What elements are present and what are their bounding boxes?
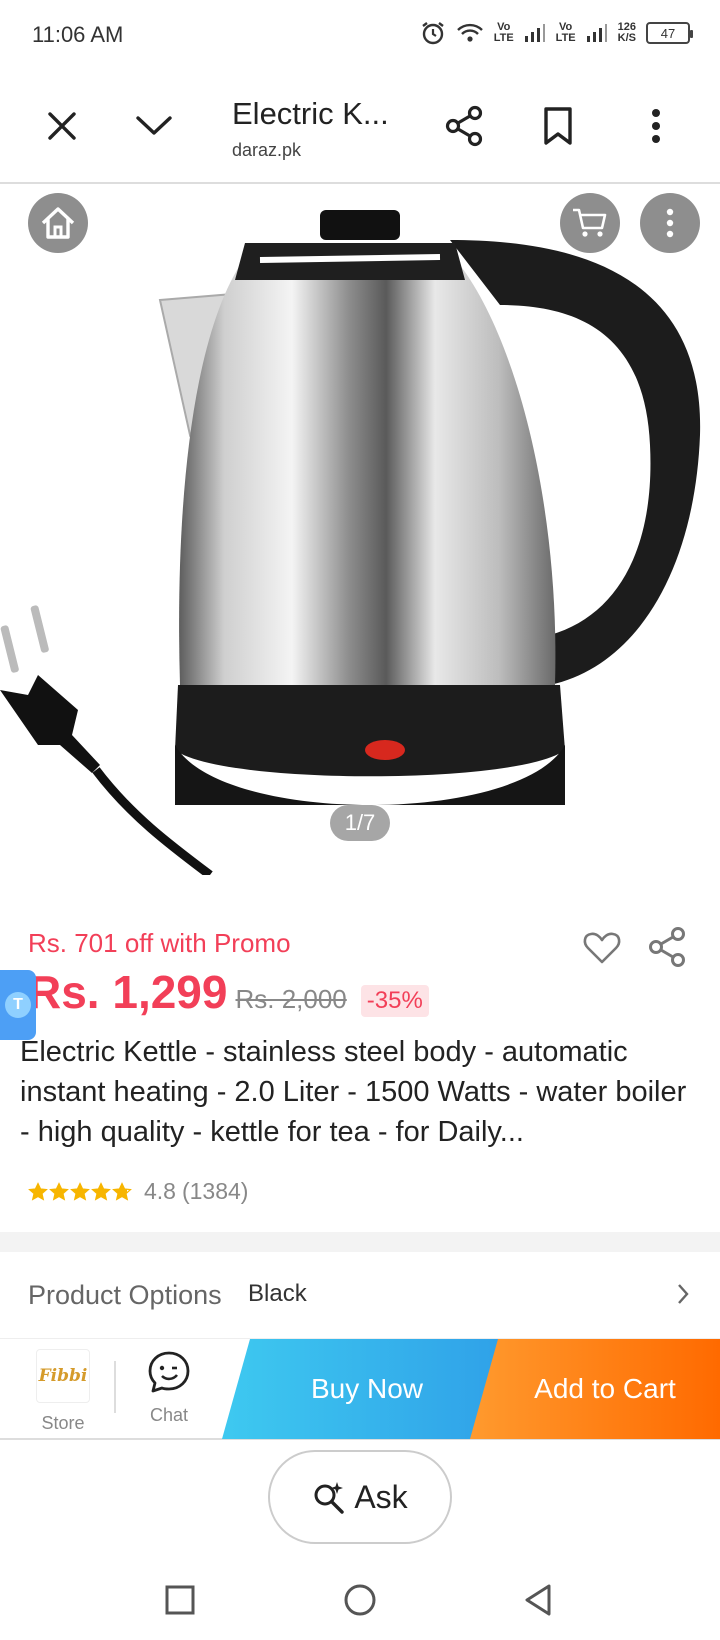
rating-stars [28,1181,132,1202]
bookmark-icon [544,107,572,145]
product-title: Electric Kettle - stainless steel body -… [20,1036,687,1148]
ask-search-sparkle-icon [314,1482,345,1514]
buy-now-button[interactable]: Buy Now [222,1339,512,1439]
status-icons: Vo LTE Vo LTE 126 K/S 47 [420,20,693,46]
close-icon [48,112,76,140]
signal-icon-2 [586,23,608,43]
ask-label: Ask [354,1478,408,1515]
ask-button[interactable]: Ask [268,1450,452,1544]
network-speed: 126 K/S [617,21,636,44]
product-share-icon[interactable] [646,926,688,968]
floating-badge-label: T [5,992,31,1018]
chat-button[interactable]: Chat [124,1349,214,1439]
chat-label: Chat [149,1405,189,1425]
browser-header: Electric K... daraz.pk [0,72,720,184]
wifi-icon [456,22,484,44]
minimize-button[interactable] [122,94,186,158]
star-icon [112,1181,132,1201]
battery-icon: 47 [646,22,693,44]
chevron-down-icon [136,116,172,135]
gallery-more-button[interactable] [640,193,700,253]
close-button[interactable] [30,94,94,158]
star-icon [28,1181,48,1201]
wishlist-heart-icon[interactable] [582,928,622,968]
status-time: 11:06 AM [32,22,124,47]
promo-text: Rs. 701 off with Promo [28,928,291,958]
star-icon [91,1181,111,1201]
page-domain: daraz.pk [232,140,302,160]
store-button[interactable]: Fibbi Store [22,1349,104,1439]
store-label: Store [41,1413,85,1433]
alarm-icon [420,20,446,46]
current-price: Rs. 1,299 [28,966,228,1018]
star-icon [49,1181,69,1201]
rating-count: (1384) [181,1178,249,1204]
page: 11:06 AM Vo LTE Vo LTE 126 K/S 47 Electr… [0,0,720,1640]
action-divider [114,1361,116,1413]
share-button[interactable] [432,94,496,158]
home-nav-button[interactable] [338,1578,382,1622]
product-options-value: Black [248,1280,307,1307]
volte-label-2: Vo LTE [555,21,576,44]
chevron-right-icon [678,1284,689,1304]
volte-label-1: Vo LTE [493,21,514,44]
add-to-cart-button[interactable]: Add to Cart [470,1339,720,1439]
bookmark-button[interactable] [526,94,590,158]
circle-icon [344,1584,376,1616]
discount-badge: -35% [360,985,429,1017]
store-logo-text: Fibbi [38,1366,88,1386]
home-icon [41,207,75,239]
product-options-label: Product Options [28,1280,222,1310]
system-nav-bar [0,1560,720,1640]
bottom-action-bar: Fibbi Store Chat Buy Now Add to Cart [0,1338,720,1440]
back-nav-button[interactable] [516,1578,560,1622]
section-divider [0,1232,720,1252]
cart-button[interactable] [560,193,620,253]
chat-icon [148,1351,190,1393]
rating-row[interactable]: 4.8 (1384) [28,1178,248,1205]
floating-assistant-button[interactable]: T [0,970,36,1040]
square-icon [165,1585,195,1615]
triangle-back-icon [525,1584,551,1616]
kettle-product-image [0,210,701,875]
image-counter: 1/7 [330,805,390,841]
battery-level: 47 [660,25,676,41]
cart-icon [573,208,607,237]
home-button[interactable] [28,193,88,253]
rating-value: 4.8 [144,1178,176,1204]
product-image-gallery[interactable]: 1/7 [0,185,720,875]
page-title: Electric K... [232,96,389,131]
more-vert-icon [652,109,660,143]
more-vert-icon [666,208,674,238]
more-menu-button[interactable] [624,94,688,158]
store-logo: Fibbi [36,1349,90,1403]
price-row: Rs. 1,299 Rs. 2,000 -35% [28,965,429,1019]
share-icon [445,105,483,147]
product-options-row[interactable]: Product Options Black [0,1252,720,1336]
star-icon [70,1181,90,1201]
recent-apps-button[interactable] [158,1578,202,1622]
status-bar: 11:06 AM Vo LTE Vo LTE 126 K/S 47 [0,0,720,72]
signal-icon-1 [524,23,546,43]
original-price: Rs. 2,000 [235,984,347,1014]
